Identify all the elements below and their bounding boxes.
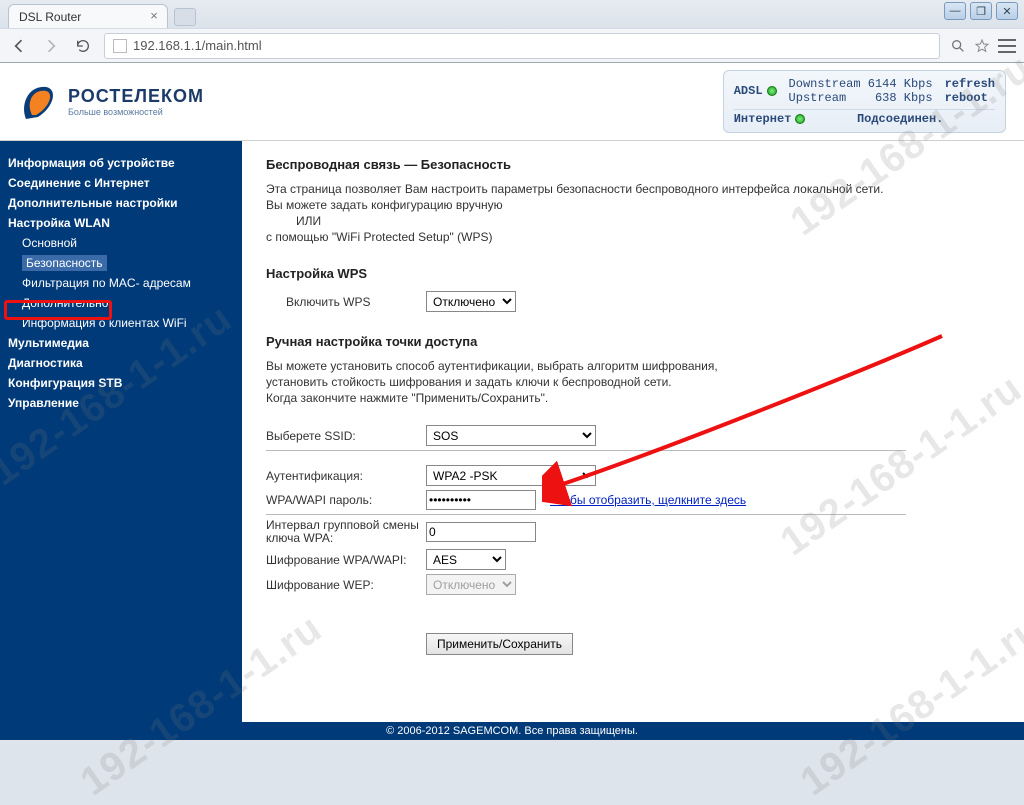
browser-tab[interactable]: DSL Router ×	[8, 4, 168, 28]
sidebar-item[interactable]: Мультимедиа	[8, 333, 234, 353]
save-button[interactable]: Применить/Сохранить	[426, 633, 573, 655]
wps-enable-select[interactable]: Отключено	[426, 291, 516, 312]
reveal-password-link[interactable]: Чтобы отобразить, щелкните здесь	[550, 493, 746, 507]
star-icon[interactable]	[974, 38, 990, 54]
sidebar-nav: Информация об устройствеСоединение с Инт…	[0, 141, 242, 722]
sidebar-item[interactable]: Фильтрация по MAC- адресам	[8, 273, 234, 293]
back-button[interactable]	[8, 35, 30, 57]
intro-text: с помощью "WiFi Protected Setup" (WPS)	[266, 230, 1000, 244]
tab-bar: DSL Router ×	[0, 0, 1024, 28]
encryption-select[interactable]: AES	[426, 549, 506, 570]
tab-title: DSL Router	[19, 10, 81, 24]
ssid-label: Выберете SSID:	[266, 429, 426, 443]
refresh-link[interactable]: refresh	[945, 77, 995, 91]
encryption-label: Шифрование WPA/WAPI:	[266, 553, 426, 567]
adsl-label: ADSL	[734, 84, 763, 98]
intro-text: Вы можете задать конфигурацию вручную	[266, 198, 1000, 212]
sidebar-item[interactable]: Основной	[8, 233, 234, 253]
intro-text: Эта страница позволяет Вам настроить пар…	[266, 182, 1000, 196]
router-page: РОСТЕЛЕКОМ Больше возможностей ADSL Down…	[0, 63, 1024, 740]
brand-tagline: Больше возможностей	[68, 107, 204, 117]
new-tab-button[interactable]	[174, 8, 196, 26]
password-label: WPA/WAPI пароль:	[266, 493, 426, 507]
logo: РОСТЕЛЕКОМ Больше возможностей	[18, 77, 204, 127]
window-close[interactable]: ✕	[996, 2, 1018, 20]
rekey-input[interactable]	[426, 522, 536, 542]
browser-chrome: — ❐ ✕ DSL Router × 192.168.1.1/main.html	[0, 0, 1024, 63]
upstream-value: 638 Kbps	[875, 91, 933, 105]
wps-heading: Настройка WPS	[266, 266, 1000, 281]
sidebar-item[interactable]: Диагностика	[8, 353, 234, 373]
sidebar-item[interactable]: Информация об устройстве	[8, 153, 234, 173]
wps-enable-label: Включить WPS	[286, 295, 426, 309]
brand-name: РОСТЕЛЕКОМ	[68, 86, 204, 107]
reload-icon	[75, 38, 91, 54]
password-input[interactable]	[426, 490, 536, 510]
status-dot-icon	[767, 86, 777, 96]
url-field[interactable]: 192.168.1.1/main.html	[104, 33, 940, 59]
search-icon[interactable]	[950, 38, 966, 54]
page-title: Беспроводная связь — Безопасность	[266, 157, 1000, 172]
window-maximize[interactable]: ❐	[970, 2, 992, 20]
internet-label: Интернет	[734, 112, 792, 126]
auth-label: Аутентификация:	[266, 469, 426, 483]
internet-status: Подсоединен.	[857, 112, 943, 126]
menu-button[interactable]	[998, 39, 1016, 53]
sidebar-item[interactable]: Дополнительно	[8, 293, 234, 313]
wep-label: Шифрование WEP:	[266, 578, 426, 592]
manual-desc: установить стойкость шифрования и задать…	[266, 375, 1000, 389]
sidebar-item[interactable]: Конфигурация STB	[8, 373, 234, 393]
auth-select[interactable]: WPA2 -PSK	[426, 465, 596, 486]
sidebar-item[interactable]: Настройка WLAN	[8, 213, 234, 233]
ssid-select[interactable]: SOS	[426, 425, 596, 446]
status-panel: ADSL Downstream 6144 Kbps Upstream 638 K…	[723, 70, 1006, 133]
page-header: РОСТЕЛЕКОМ Больше возможностей ADSL Down…	[0, 63, 1024, 141]
divider	[266, 514, 906, 515]
main-content: Беспроводная связь — Безопасность Эта ст…	[242, 141, 1024, 722]
sidebar-item[interactable]: Информация о клиентах WiFi	[8, 313, 234, 333]
sidebar-item[interactable]: Управление	[8, 393, 234, 413]
wep-select: Отключено	[426, 574, 516, 595]
sidebar-item[interactable]: Соединение с Интернет	[8, 173, 234, 193]
arrow-right-icon	[43, 38, 59, 54]
reload-button[interactable]	[72, 35, 94, 57]
url-text: 192.168.1.1/main.html	[133, 38, 262, 53]
upstream-label: Upstream	[789, 91, 847, 105]
forward-button[interactable]	[40, 35, 62, 57]
status-dot-icon	[795, 114, 805, 124]
downstream-value: 6144 Kbps	[868, 77, 933, 91]
page-footer: © 2006-2012 SAGEMCOM. Все права защищены…	[0, 722, 1024, 740]
downstream-label: Downstream	[789, 77, 861, 91]
sidebar-item[interactable]: Дополнительные настройки	[8, 193, 234, 213]
sidebar-item[interactable]: Безопасность	[8, 253, 234, 273]
manual-desc: Вы можете установить способ аутентификац…	[266, 359, 1000, 373]
reboot-link[interactable]: reboot	[945, 91, 995, 105]
manual-heading: Ручная настройка точки доступа	[266, 334, 1000, 349]
arrow-left-icon	[11, 38, 27, 54]
intro-or: ИЛИ	[266, 214, 1000, 228]
page-icon	[113, 39, 127, 53]
address-bar: 192.168.1.1/main.html	[0, 28, 1024, 62]
rekey-label: Интервал групповой смены ключа WPA:	[266, 519, 426, 545]
logo-mark-icon	[18, 77, 58, 127]
window-minimize[interactable]: —	[944, 2, 966, 20]
tab-close-icon[interactable]: ×	[147, 9, 161, 23]
manual-desc: Когда закончите нажмите "Применить/Сохра…	[266, 391, 1000, 405]
